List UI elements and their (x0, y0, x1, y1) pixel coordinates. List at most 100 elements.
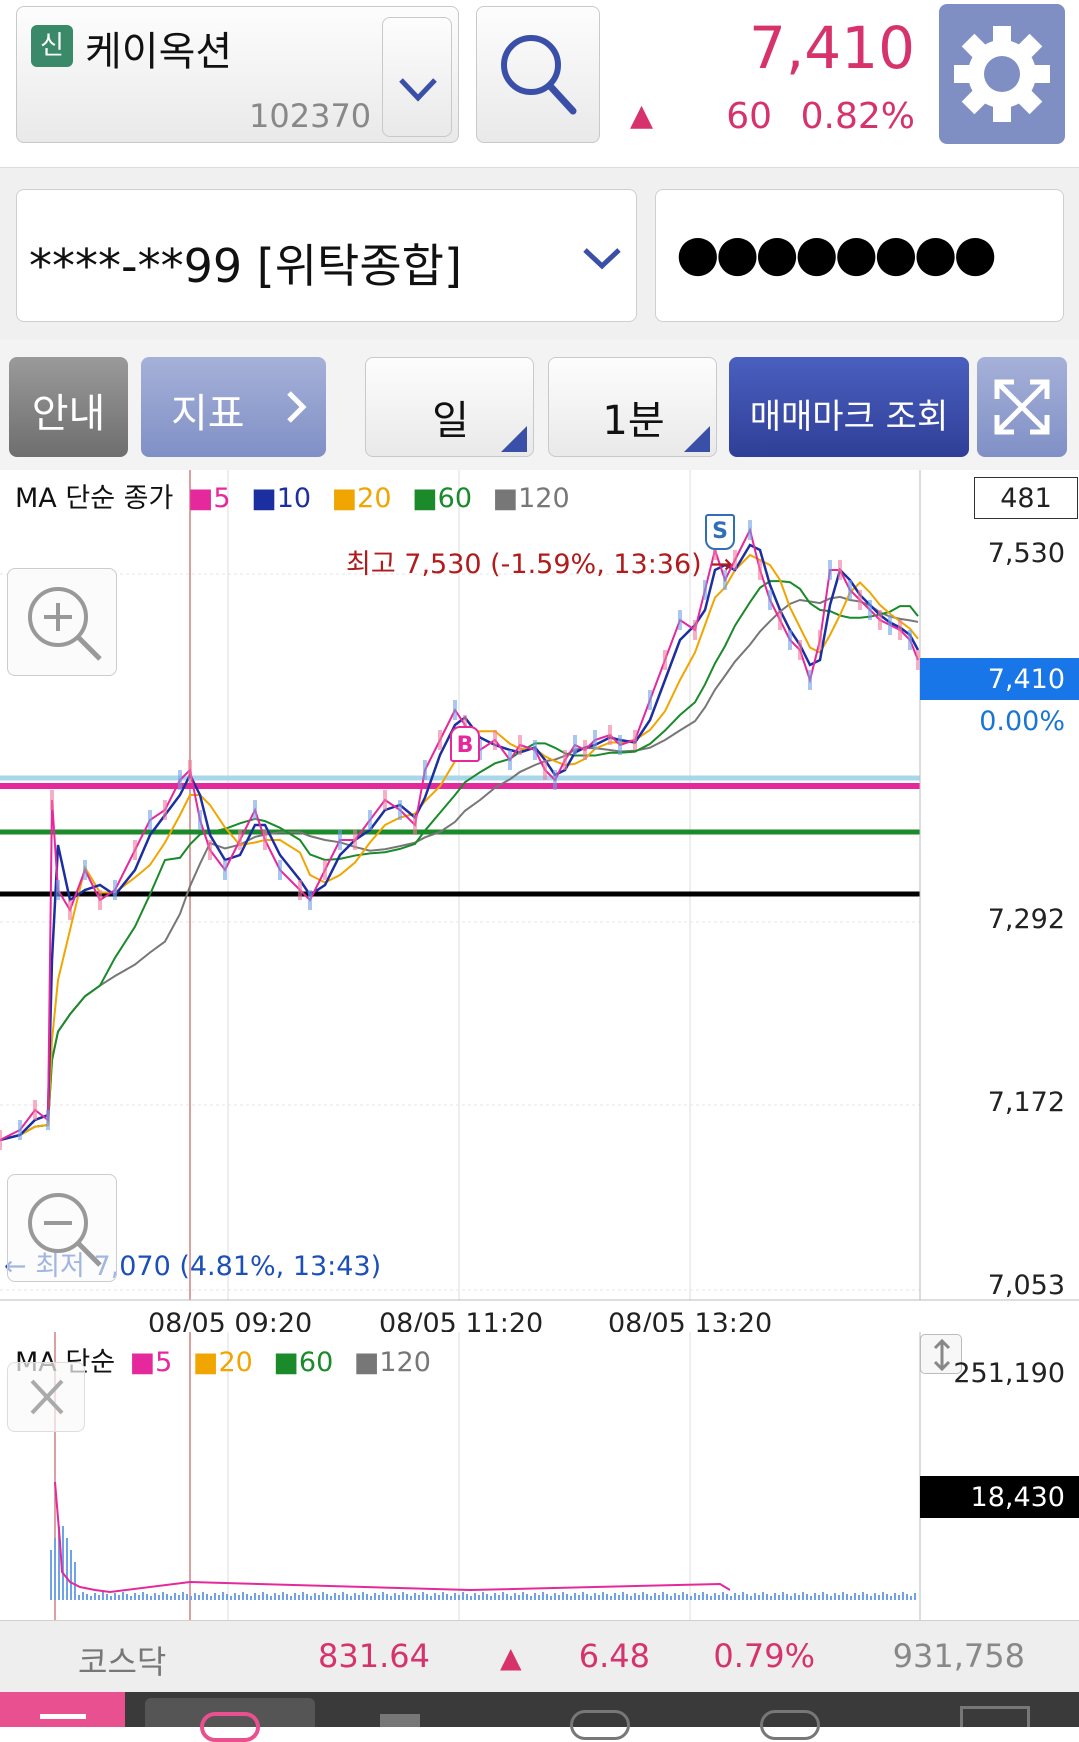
volume-bar (162, 1592, 164, 1600)
current-price: 7,410 (748, 14, 915, 82)
index-name: 코스닥 (78, 1643, 167, 1681)
period-selector[interactable]: 일 (365, 357, 534, 457)
volume-bar (842, 1592, 844, 1600)
nav-tab-4[interactable] (760, 1710, 820, 1740)
volume-bar (598, 1595, 600, 1600)
candle (543, 760, 547, 780)
volume-bar (258, 1595, 260, 1600)
search-button[interactable] (476, 6, 600, 143)
zoom-out-icon (28, 1193, 102, 1267)
candle (208, 840, 212, 860)
candle (693, 620, 697, 640)
settings-button[interactable] (939, 4, 1065, 144)
candle (423, 760, 427, 780)
volume-bar (230, 1596, 232, 1600)
nav-tab-3[interactable] (570, 1710, 630, 1740)
zoom-in-button[interactable] (7, 568, 117, 676)
candle (788, 630, 792, 650)
volume-bar (602, 1592, 604, 1600)
candle (18, 1120, 22, 1140)
current-price-tag: 7,410 (920, 658, 1079, 700)
volume-bar (270, 1596, 272, 1600)
fullscreen-button[interactable] (977, 357, 1067, 457)
dropdown-corner-icon (684, 426, 710, 452)
volume-bar (558, 1595, 560, 1600)
sell-mark[interactable]: S (705, 514, 735, 550)
password-field[interactable]: ●●●●●●●● (655, 189, 1064, 322)
volume-bar (286, 1594, 288, 1600)
volume-bar (474, 1593, 476, 1600)
volume-bar (406, 1594, 408, 1600)
account-row: ****-**99 [위탁종합] ●●●●●●●● (0, 168, 1079, 340)
volume-bar (50, 1550, 52, 1600)
volume-bar (886, 1594, 888, 1600)
volume-bar (878, 1595, 880, 1600)
indicator-button[interactable]: 지표 (141, 357, 326, 457)
volume-bar (178, 1595, 180, 1600)
zoom-out-button[interactable] (7, 1174, 117, 1282)
price-chart[interactable]: MA 단순 종가 ■5 ■10 ■20 ■60 ■120 481 7,530 7… (0, 470, 1079, 1339)
legend-title: MA 단순 종가 (15, 483, 174, 514)
countdown-box: 481 (974, 477, 1078, 519)
password-mask: ●●●●●●●● (676, 224, 997, 282)
volume-bar (470, 1596, 472, 1600)
stock-selector[interactable]: 신 케이옥션 102370 (16, 6, 459, 143)
volume-bar (434, 1593, 436, 1600)
volume-bar (722, 1592, 724, 1600)
close-volume-button[interactable] (7, 1362, 85, 1432)
volume-bar (82, 1592, 84, 1600)
candle (678, 610, 682, 630)
nav-tab-1[interactable] (145, 1698, 315, 1742)
volume-bar (718, 1595, 720, 1600)
buy-mark[interactable]: B (450, 726, 480, 762)
volume-chart[interactable]: MA 단순 ■5 ■20 ■60 ■120 251,190 18,430 (0, 1332, 1079, 1620)
legend-ma20-label: 20 (357, 483, 392, 514)
volume-bar (142, 1592, 144, 1600)
candle (493, 730, 497, 750)
candle (453, 700, 457, 720)
candle (768, 590, 772, 610)
volume-bar (906, 1594, 908, 1600)
candle (758, 560, 762, 580)
volume-bar (590, 1596, 592, 1600)
volume-bar (594, 1593, 596, 1600)
interval-selector[interactable]: 1분 (548, 357, 717, 457)
volume-bar (390, 1596, 392, 1600)
volume-bar (446, 1594, 448, 1600)
price-legend: MA 단순 종가 ■5 ■10 ■20 ■60 ■120 (15, 476, 582, 515)
chevron-down-icon (399, 78, 437, 102)
search-icon (501, 35, 577, 115)
bottom-nav (0, 1692, 1079, 1742)
volume-bar (438, 1595, 440, 1600)
nav-tab-5[interactable] (960, 1706, 1030, 1727)
legend-ma20: ■20 (331, 483, 392, 514)
nav-tab-2[interactable] (380, 1714, 420, 1727)
volume-bar (238, 1595, 240, 1600)
candle (98, 890, 102, 910)
volume-bar (750, 1596, 752, 1600)
volume-ma-line (54, 1481, 731, 1594)
account-selector[interactable]: ****-**99 [위탁종합] (16, 189, 637, 322)
volume-bar (642, 1592, 644, 1600)
volume-bar (806, 1594, 808, 1600)
legend-ma5-label: 5 (213, 483, 231, 514)
index-change: 6.48 (578, 1637, 650, 1675)
volume-bar (186, 1594, 188, 1600)
index-bar[interactable]: 코스닥 831.64 ▲ 6.48 0.79% 931,758 (0, 1620, 1079, 1692)
stock-dropdown-button[interactable] (382, 17, 452, 137)
trade-mark-button[interactable]: 매매마크 조회 (729, 357, 969, 457)
volume-bar (682, 1592, 684, 1600)
volume-bar (754, 1593, 756, 1600)
candle (583, 740, 587, 760)
volume-bar (914, 1593, 916, 1600)
guide-label: 안내 (31, 391, 106, 437)
legend-ma10: ■10 (251, 483, 312, 514)
support-lines (0, 775, 920, 897)
menu-button[interactable] (0, 1692, 125, 1727)
volume-bar (674, 1593, 676, 1600)
legend-ma10-label: 10 (276, 483, 312, 514)
guide-button[interactable]: 안내 (9, 357, 128, 457)
candle (113, 880, 117, 900)
volume-bar (874, 1593, 876, 1600)
candle (263, 830, 267, 850)
